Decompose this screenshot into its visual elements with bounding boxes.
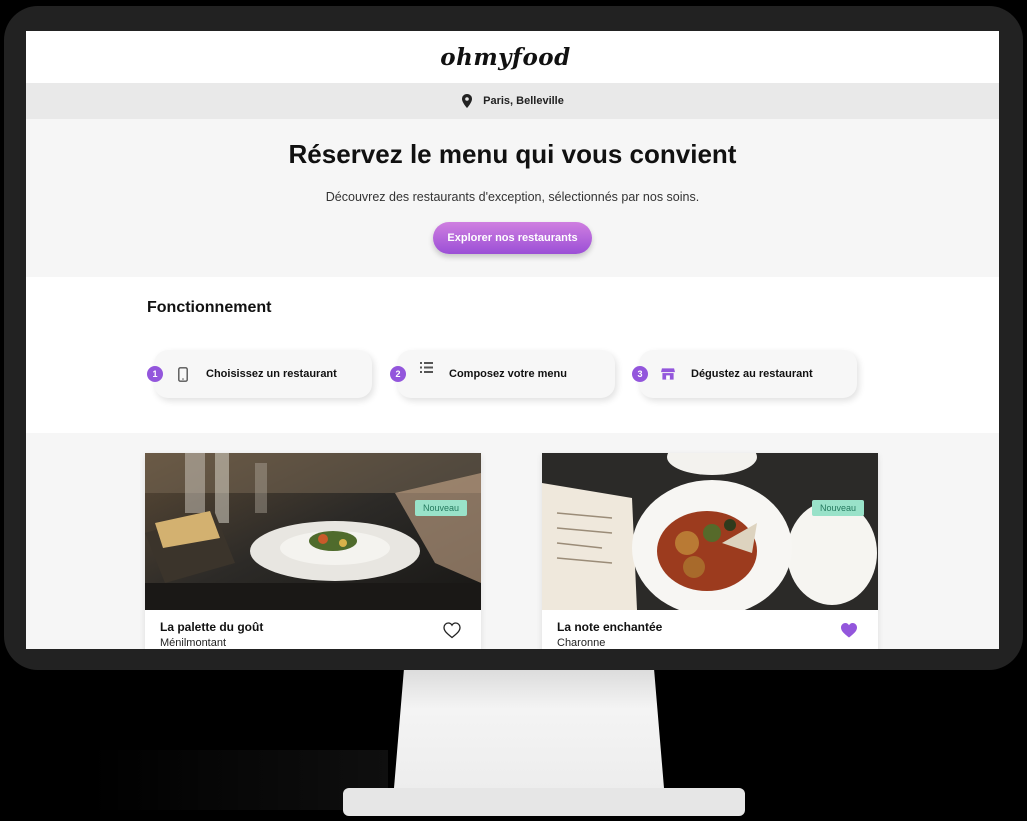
new-badge: Nouveau <box>811 500 864 516</box>
restaurant-name: La palette du goût <box>160 620 264 634</box>
restaurant-card-2[interactable]: Nouveau La note enchantée Charonne <box>542 453 878 649</box>
section-title: Fonctionnement <box>147 299 272 316</box>
how-it-works-section: Fonctionnement 1 Choisissez un restauran… <box>26 277 999 433</box>
step-card-1: 1 Choisissez un restaurant <box>147 350 372 398</box>
step-label: Dégustez au restaurant <box>691 368 813 380</box>
heart-filled-icon[interactable] <box>840 622 858 639</box>
step-card-2: 2 Composez votre menu <box>390 350 615 398</box>
hero-subtitle: Découvrez des restaurants d'exception, s… <box>325 190 700 204</box>
step-number: 1 <box>147 366 163 382</box>
map-pin-icon <box>462 94 473 108</box>
restaurants-section: Nouveau La palette du goût Ménilmontant <box>26 433 999 649</box>
screen: ohmyfood Paris, Belleville Réservez le m… <box>26 31 999 649</box>
restaurant-area: Ménilmontant <box>160 637 227 649</box>
step-label: Choisissez un restaurant <box>206 368 337 380</box>
list-icon <box>419 359 433 375</box>
step-number: 2 <box>390 366 406 382</box>
restaurant-area: Charonne <box>557 637 606 649</box>
restaurant-name: La note enchantée <box>557 620 663 634</box>
hero-title: Réservez le menu qui vous convient <box>288 139 737 169</box>
monitor-base <box>343 788 745 816</box>
monitor-frame: ohmyfood Paris, Belleville Réservez le m… <box>4 6 1023 670</box>
explore-restaurants-button[interactable]: Explorer nos restaurants <box>433 222 592 254</box>
restaurant-photo: Nouveau <box>542 453 878 610</box>
step-label: Composez votre menu <box>449 368 567 380</box>
site-header: ohmyfood <box>26 31 999 83</box>
store-icon <box>661 366 675 382</box>
location-text: Paris, Belleville <box>483 95 564 107</box>
hero-section: Réservez le menu qui vous convient Décou… <box>26 119 999 277</box>
step-card-3: 3 Dégustez au restaurant <box>632 350 857 398</box>
logo[interactable]: ohmyfood <box>440 44 570 71</box>
location-bar: Paris, Belleville <box>26 83 999 119</box>
heart-outline-icon[interactable] <box>443 622 461 639</box>
step-number: 3 <box>632 366 648 382</box>
monitor-stand <box>393 670 665 800</box>
smartphone-icon <box>176 366 190 382</box>
restaurant-photo: Nouveau <box>145 453 481 610</box>
new-badge: Nouveau <box>414 500 467 516</box>
restaurant-card-1[interactable]: Nouveau La palette du goût Ménilmontant <box>145 453 481 649</box>
